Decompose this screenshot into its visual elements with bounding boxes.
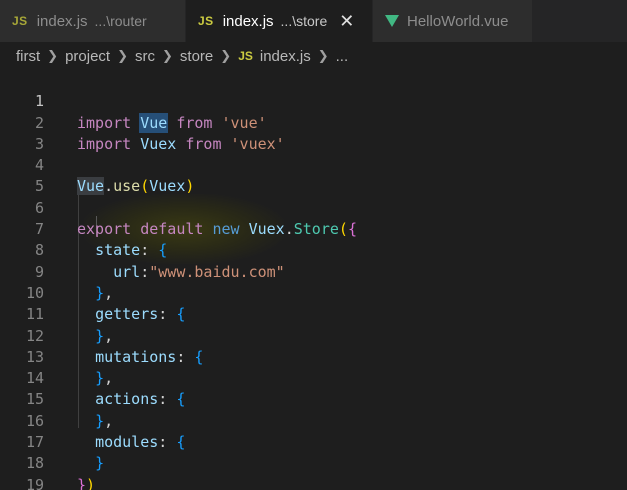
code-line-13[interactable]: 13 }, (0, 326, 627, 387)
code-line-14[interactable]: 14 actions: { (0, 347, 627, 408)
javascript-file-icon: JS (12, 14, 28, 28)
code-line-3[interactable]: 3 (0, 113, 627, 153)
chevron-right-icon: ❯ (117, 48, 129, 63)
code-line-18[interactable]: 18 }) (0, 432, 627, 490)
code-line-2[interactable]: 2 import Vuex from 'vuex' (0, 91, 627, 153)
chevron-right-icon: ❯ (162, 48, 173, 63)
breadcrumb: first ❯ project ❯ src ❯ store ❯ JS index… (0, 42, 627, 70)
code-line-7[interactable]: 7 state: { (0, 198, 627, 259)
code-line-9[interactable]: 9 }, (0, 240, 627, 302)
code-line-12[interactable]: 12 mutations: { (0, 304, 627, 366)
tab-path: ...\store (280, 13, 328, 29)
breadcrumb-item-first[interactable]: first (16, 48, 40, 65)
code-editor[interactable]: 1 import Vue from 'vue' 2 import Vuex fr… (0, 70, 627, 490)
code-line-1[interactable]: 1 import Vue from 'vue' (0, 70, 627, 133)
tab-store-index-js[interactable]: JS index.js ...\store ✕ (186, 0, 373, 42)
breadcrumb-item-project[interactable]: project (65, 48, 110, 65)
code-line-15[interactable]: 15 }, (0, 368, 627, 429)
line-number: 19 (25, 475, 44, 490)
tab-helloworld-vue[interactable]: HelloWorld.vue (373, 0, 533, 42)
vue-file-icon (385, 15, 399, 27)
breadcrumb-item-more[interactable]: ... (336, 48, 349, 65)
chevron-right-icon: ❯ (220, 48, 232, 63)
code-line-6[interactable]: 6 export default new Vuex.Store({ (0, 177, 627, 238)
tab-label: index.js (222, 12, 274, 30)
code-text: }) (77, 475, 96, 490)
tab-bar: JS index.js ...\router JS index.js ...\s… (0, 0, 627, 42)
tab-router-index-js[interactable]: JS index.js ...\router (0, 0, 186, 42)
code-line-5[interactable]: 5 (0, 155, 627, 195)
chevron-right-icon: ❯ (47, 48, 59, 63)
javascript-file-icon: JS (198, 14, 214, 28)
javascript-file-icon: JS (238, 49, 253, 63)
close-icon[interactable]: ✕ (339, 11, 354, 32)
tab-path: ...\router (94, 13, 147, 29)
code-line-4[interactable]: 4 Vue.use(Vuex) (0, 134, 627, 196)
breadcrumb-item-file[interactable]: index.js (260, 48, 311, 65)
code-line-16[interactable]: 16 modules: { (0, 390, 627, 451)
tab-label: HelloWorld.vue (407, 12, 509, 30)
breadcrumb-item-src[interactable]: src (135, 48, 155, 65)
breadcrumb-item-store[interactable]: store (180, 48, 213, 65)
code-line-11[interactable]: 11 }, (0, 283, 627, 344)
code-line-17[interactable]: 17 } (0, 411, 627, 472)
code-line-10[interactable]: 10 getters: { (0, 262, 627, 323)
tab-label: index.js (36, 12, 88, 30)
code-line-19[interactable]: 19 (0, 453, 627, 490)
code-line-8[interactable]: 8 url:"www.baidu.com" (0, 219, 627, 280)
chevron-right-icon: ❯ (317, 48, 329, 63)
